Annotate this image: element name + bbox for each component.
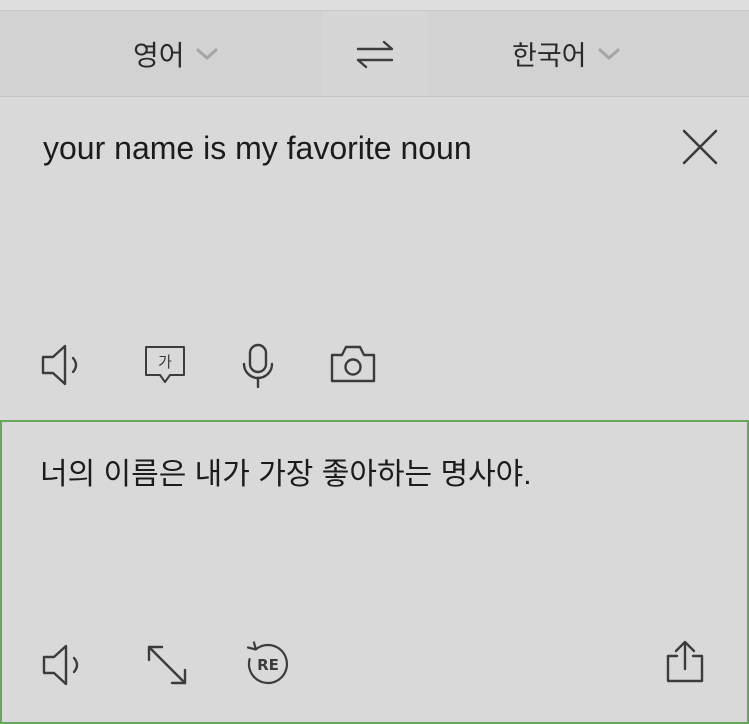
speak-source-button[interactable] (40, 343, 88, 387)
expand-button[interactable] (145, 643, 189, 687)
translation-output-panel: 너의 이름은 내가 가장 좋아하는 명사야. RE (0, 420, 749, 724)
handwriting-bubble-icon: 가 (145, 346, 185, 383)
target-language-label: 한국어 (512, 41, 587, 71)
camera-input-button[interactable] (329, 344, 377, 384)
chevron-down-icon (598, 48, 620, 59)
source-language-selector[interactable]: 영어 (133, 11, 219, 96)
swap-languages-button[interactable] (322, 11, 428, 96)
speaker-icon (41, 344, 78, 386)
retranslate-button[interactable]: RE (243, 641, 293, 689)
retranslate-glyph: RE (257, 656, 279, 674)
source-language-label: 영어 (133, 39, 185, 71)
speak-translation-button[interactable] (41, 643, 89, 687)
translated-text: 너의 이름은 내가 가장 좋아하는 명사야. (40, 458, 532, 491)
camera-icon (330, 345, 376, 383)
swap-arrows-icon (356, 40, 394, 68)
source-input-panel[interactable]: your name is my favorite noun 가 (0, 97, 749, 420)
expand-arrows-icon (147, 645, 187, 685)
voice-input-button[interactable] (240, 343, 276, 389)
microphone-icon (242, 343, 274, 389)
target-language-selector[interactable]: 한국어 (512, 11, 621, 96)
close-icon (682, 129, 718, 165)
chevron-down-icon (196, 48, 218, 59)
clear-input-button[interactable] (680, 127, 720, 167)
share-button[interactable] (663, 639, 707, 685)
handwriting-glyph: 가 (158, 353, 172, 371)
top-strip (0, 0, 749, 11)
handwriting-button[interactable]: 가 (143, 344, 187, 386)
retranslate-icon: RE (246, 641, 289, 685)
speaker-icon (42, 644, 79, 686)
share-icon (666, 640, 704, 683)
source-text-input[interactable]: your name is my favorite noun (43, 128, 643, 168)
language-bar: 영어 한국어 (0, 11, 749, 97)
